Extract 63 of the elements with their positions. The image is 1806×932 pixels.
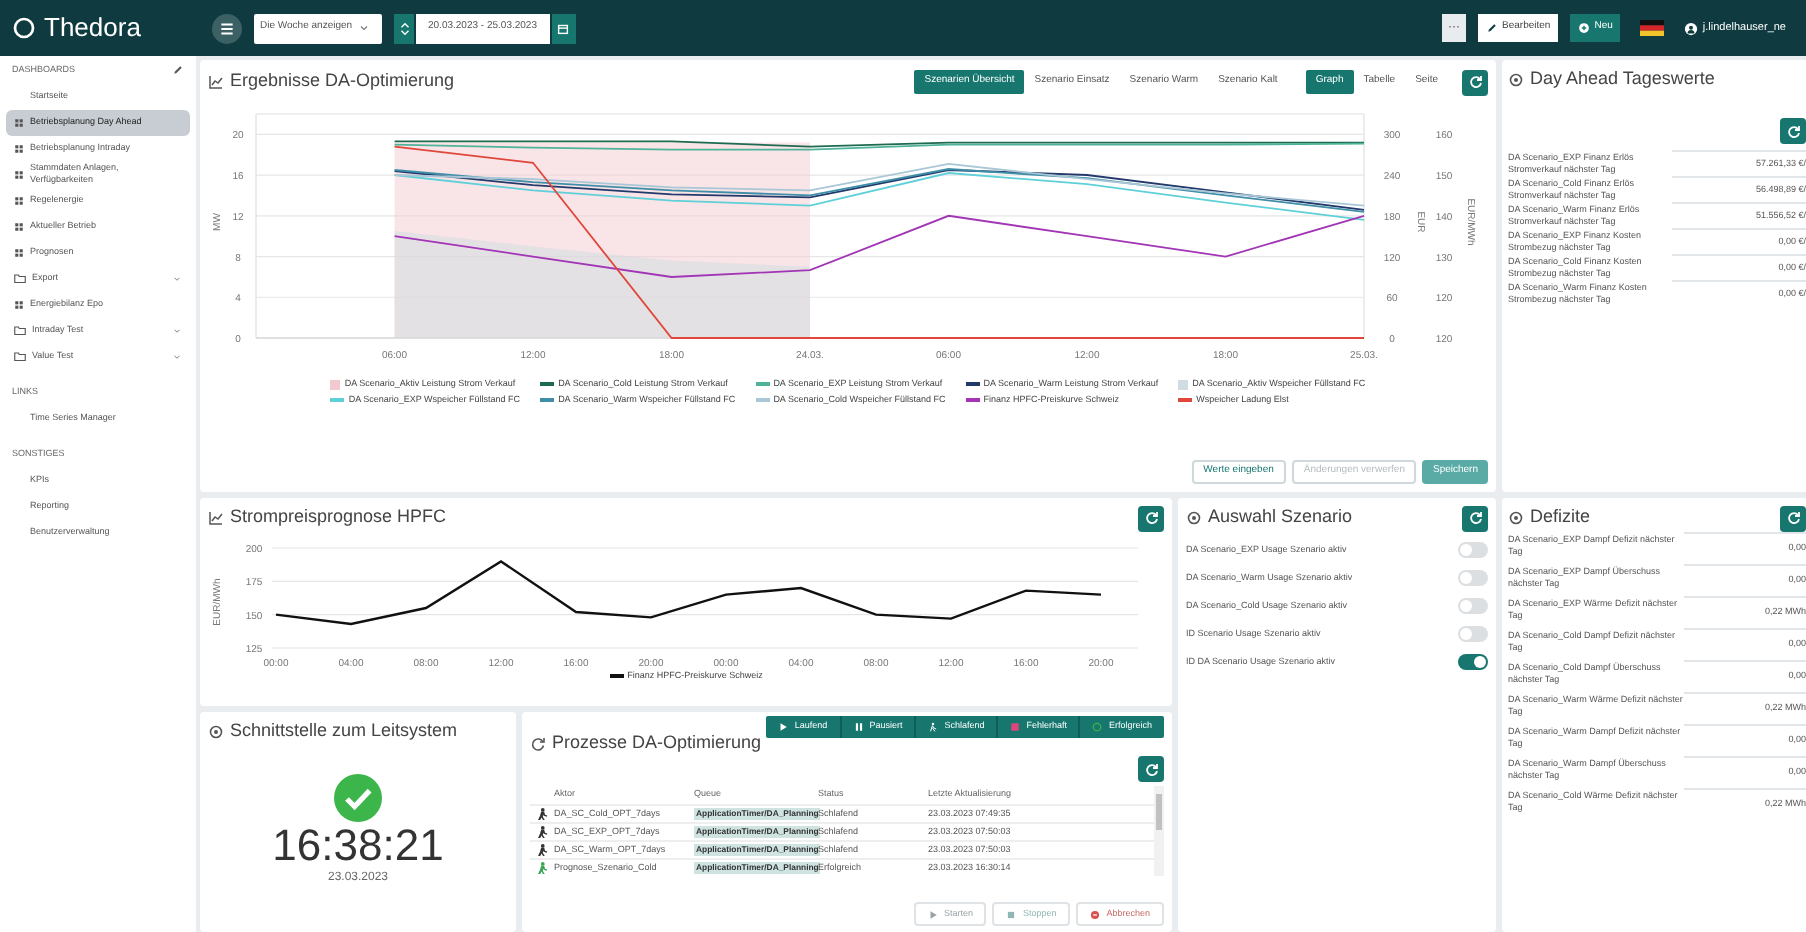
toggle-switch[interactable] bbox=[1458, 541, 1488, 557]
refresh-button[interactable] bbox=[1462, 505, 1488, 531]
refresh-button[interactable] bbox=[1138, 756, 1164, 782]
app-logo: Thedora bbox=[44, 10, 141, 47]
toggle-switch[interactable] bbox=[1458, 569, 1488, 585]
pencil-icon[interactable] bbox=[1486, 22, 1499, 34]
refresh-icon[interactable] bbox=[1467, 74, 1483, 90]
refresh-icon[interactable] bbox=[1143, 761, 1159, 777]
panel-title: Day Ahead Tageswerte bbox=[1530, 66, 1715, 93]
logo-icon bbox=[12, 16, 36, 40]
calendar-icon[interactable] bbox=[556, 21, 570, 35]
toggle-switch[interactable] bbox=[1458, 653, 1488, 669]
up-down-icon[interactable] bbox=[397, 19, 411, 37]
menu-icon[interactable] bbox=[218, 19, 236, 37]
chevron-icon bbox=[358, 22, 371, 34]
chevron-icon bbox=[172, 325, 182, 336]
refresh-icon[interactable] bbox=[1467, 510, 1483, 526]
play-icon[interactable] bbox=[927, 909, 938, 919]
refresh-button[interactable] bbox=[1780, 505, 1806, 531]
panel-title: Auswahl Szenario bbox=[1208, 504, 1353, 531]
dashboard-icon bbox=[14, 247, 24, 258]
calendar-button[interactable] bbox=[551, 13, 575, 43]
toggle-switch[interactable] bbox=[1458, 597, 1488, 613]
clock-time: 16:38:21 bbox=[272, 822, 444, 870]
panel-icon bbox=[208, 724, 224, 740]
refresh-button[interactable] bbox=[1138, 505, 1164, 531]
pause-icon[interactable] bbox=[853, 722, 864, 732]
panel-title: Schnittstelle zum Leitsystem bbox=[230, 718, 458, 745]
refresh-button[interactable] bbox=[1780, 118, 1806, 144]
pencil-icon[interactable] bbox=[172, 64, 184, 77]
panel-title: Defizite bbox=[1530, 504, 1591, 531]
refresh-button[interactable] bbox=[1462, 69, 1488, 95]
dashboard-icon bbox=[14, 143, 24, 154]
dashboard-icon bbox=[14, 299, 24, 310]
panel-icon bbox=[530, 736, 546, 752]
panel-title: Ergebnisse DA-Optimierung bbox=[230, 68, 455, 95]
stepper-button[interactable] bbox=[394, 13, 414, 43]
user-icon bbox=[1684, 21, 1699, 35]
panel-icon bbox=[208, 510, 224, 526]
panel-icon bbox=[1186, 510, 1202, 526]
dashboard-icon bbox=[14, 169, 24, 180]
refresh-icon[interactable] bbox=[1785, 123, 1801, 139]
toggle-switch[interactable] bbox=[1458, 625, 1488, 641]
dashboard-icon bbox=[14, 195, 24, 206]
play-icon[interactable] bbox=[778, 722, 789, 732]
panel-icon bbox=[1508, 72, 1524, 88]
walking-figure-icon[interactable] bbox=[928, 722, 939, 732]
panel-icon bbox=[208, 74, 224, 90]
folder-icon bbox=[14, 272, 26, 285]
chevron-icon bbox=[172, 273, 182, 284]
chevron-icon bbox=[172, 351, 182, 362]
menu-button[interactable] bbox=[212, 13, 242, 43]
dashboard-icon bbox=[14, 221, 24, 232]
plus-icon[interactable] bbox=[1578, 22, 1591, 34]
panel-icon bbox=[1508, 510, 1524, 526]
refresh-icon[interactable] bbox=[1785, 510, 1801, 526]
panel-title: Strompreisprognose HPFC bbox=[230, 504, 447, 531]
refresh-icon[interactable] bbox=[1143, 510, 1159, 526]
minus-circle-icon[interactable] bbox=[1090, 909, 1101, 919]
panel-title: Prozesse DA-Optimierung bbox=[552, 730, 762, 757]
flag-icon[interactable] bbox=[1640, 20, 1665, 36]
dashboard-icon bbox=[14, 117, 24, 128]
scrollbar[interactable] bbox=[1154, 786, 1164, 876]
